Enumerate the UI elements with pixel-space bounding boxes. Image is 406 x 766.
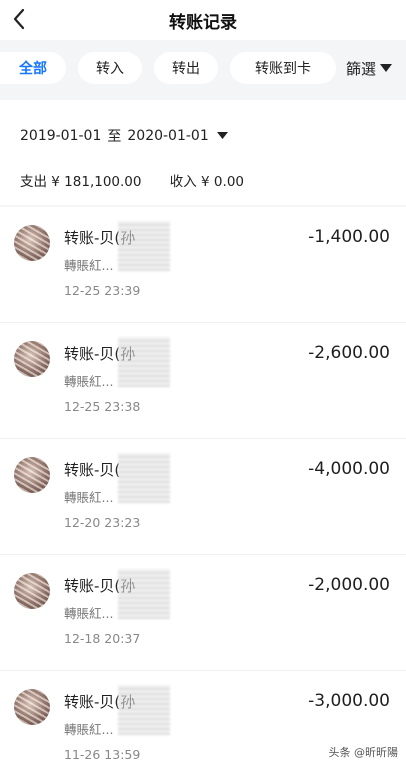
totals: 支出 ¥ 181,100.00 收入 ¥ 0.00 xyxy=(20,170,268,190)
transaction-note: 轉賬紅... xyxy=(64,374,114,389)
page-title: 转账记录 xyxy=(169,13,237,33)
transaction-note: 轉賬紅... xyxy=(64,490,114,505)
watermark: 头条 @昕昕陽 xyxy=(328,744,398,760)
avatar xyxy=(14,341,50,377)
transaction-amount: -4,000.00 xyxy=(308,459,390,479)
transaction-note: 轉賬紅... xyxy=(64,606,114,621)
date-separator: 至 xyxy=(107,129,122,145)
date-end: 2020-01-01 xyxy=(127,128,209,144)
filter-label: 篩選 xyxy=(346,59,377,78)
app-header: 转账记录 xyxy=(0,0,406,40)
transaction-time: 12-18 20:37 xyxy=(64,631,141,646)
transaction-row[interactable]: 转账-贝( 轉賬紅... 12-20 23:23 -4,000.00 xyxy=(0,439,406,555)
date-start: 2019-01-01 xyxy=(20,128,102,144)
redaction-mark xyxy=(118,337,170,387)
transaction-note: 轉賬紅... xyxy=(64,722,114,737)
redaction-mark xyxy=(118,221,170,271)
transaction-list: 转账-贝(孙 轉賬紅... 12-25 23:39 -1,400.00 转账-贝… xyxy=(0,207,406,766)
transaction-row[interactable]: 转账-贝(孙 轉賬紅... 12-25 23:38 -2,600.00 xyxy=(0,323,406,439)
transaction-amount: -2,600.00 xyxy=(308,343,390,363)
summary-card: 2019-01-01 至 2020-01-01 支出 ¥ 181,100.00 … xyxy=(0,100,406,205)
date-range-selector[interactable]: 2019-01-01 至 2020-01-01 xyxy=(20,126,228,146)
transaction-note: 轉賬紅... xyxy=(64,258,114,273)
triangle-down-icon xyxy=(216,132,228,139)
transaction-time: 11-26 13:59 xyxy=(64,747,141,762)
redaction-mark xyxy=(118,685,170,735)
avatar xyxy=(14,457,50,493)
avatar xyxy=(14,573,50,609)
transaction-time: 12-20 23:23 xyxy=(64,515,141,530)
filter-tabs: 全部 转入 转出 转账到卡 篩選 xyxy=(0,52,406,88)
tab-transfer-to-card[interactable]: 转账到卡 xyxy=(230,52,336,84)
filter-dropdown[interactable]: 篩選 xyxy=(346,52,406,84)
transaction-time: 12-25 23:38 xyxy=(64,399,141,414)
transaction-amount: -2,000.00 xyxy=(308,575,390,595)
tab-transfer-out[interactable]: 转出 xyxy=(154,52,218,84)
transaction-row[interactable]: 转账-贝(孙 轉賬紅... 12-25 23:39 -1,400.00 xyxy=(0,207,406,323)
triangle-down-icon xyxy=(380,63,393,72)
avatar xyxy=(14,225,50,261)
transaction-row[interactable]: 转账-贝(孙 轉賬紅... 12-18 20:37 -2,000.00 xyxy=(0,555,406,671)
transaction-amount: -1,400.00 xyxy=(308,227,390,247)
tab-transfer-in[interactable]: 转入 xyxy=(78,52,142,84)
income-total: 收入 ¥ 0.00 xyxy=(169,174,244,190)
redaction-mark xyxy=(118,569,170,619)
transaction-amount: -3,000.00 xyxy=(308,691,390,711)
avatar xyxy=(14,689,50,725)
tab-all[interactable]: 全部 xyxy=(0,52,66,84)
transaction-time: 12-25 23:39 xyxy=(64,283,141,298)
transaction-name: 转账-贝( xyxy=(64,461,121,479)
redaction-mark xyxy=(118,453,170,503)
expense-total: 支出 ¥ 181,100.00 xyxy=(20,174,142,190)
